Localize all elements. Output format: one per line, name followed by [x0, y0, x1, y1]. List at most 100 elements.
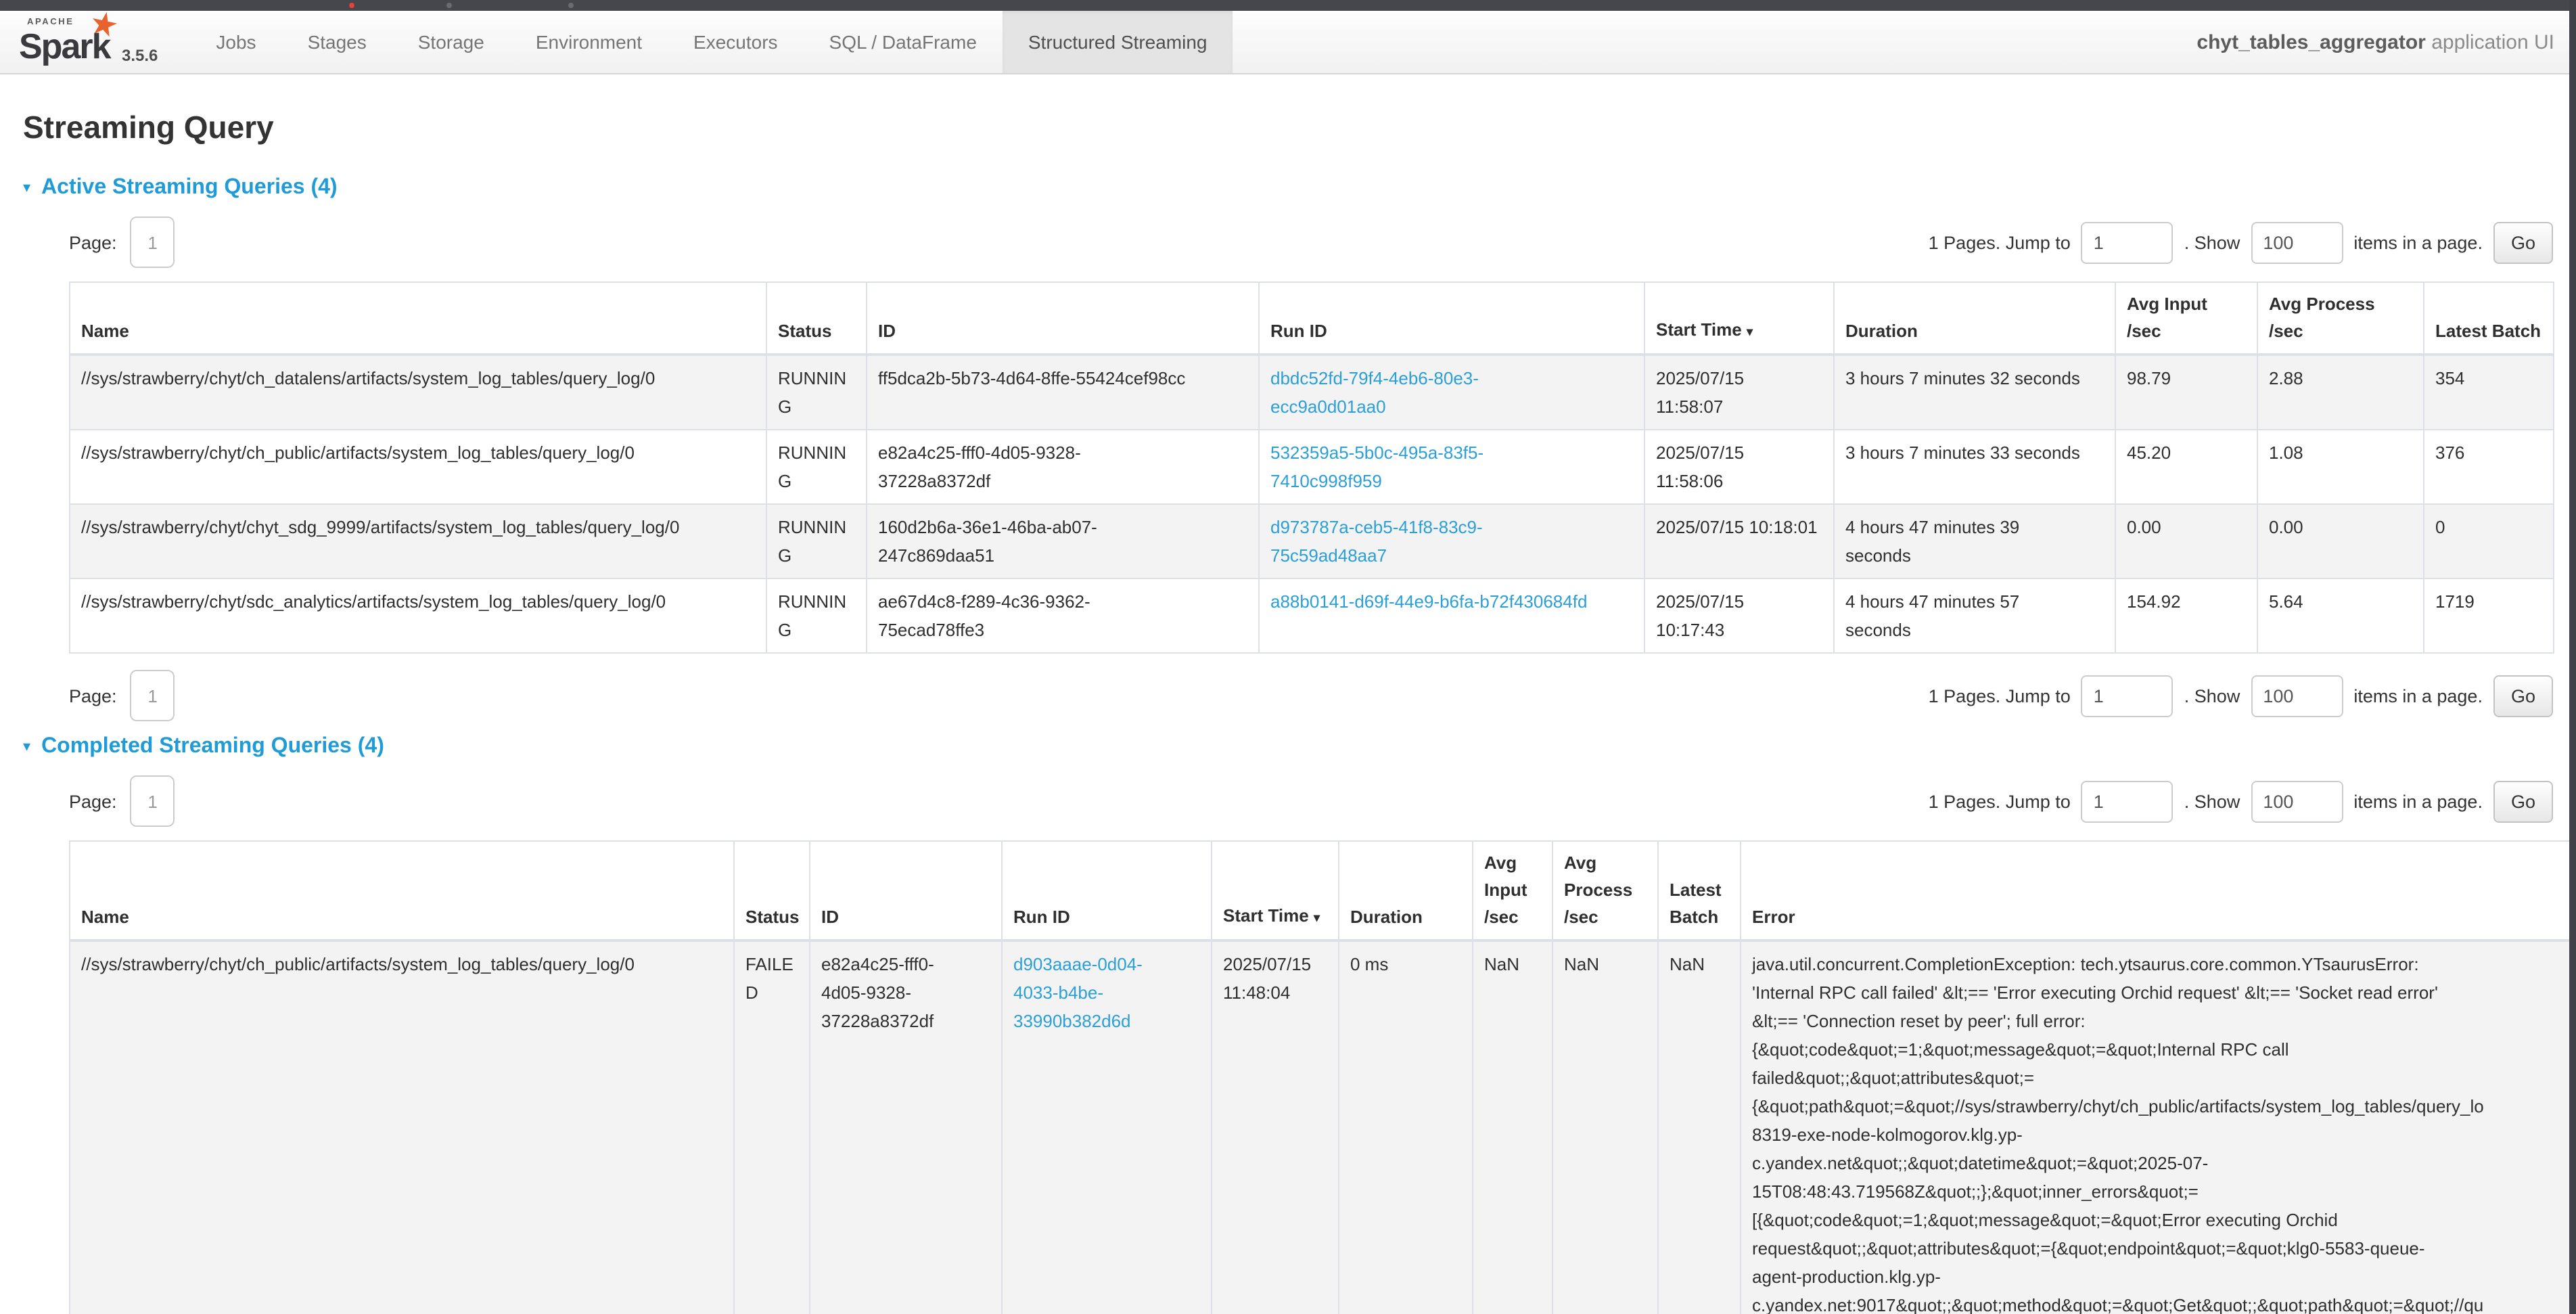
run-id-link[interactable]: 532359a5-5b0c-495a-83f5- 7410c998f959: [1270, 443, 1484, 491]
status-cell: RUNNING: [766, 355, 867, 430]
spark-navbar: APACHE Spark ★ 3.5.6 Jobs Stages Storage…: [0, 11, 2576, 74]
run-id-cell: a88b0141-d69f-44e9-b6fa-b72f430684fd: [1259, 579, 1644, 653]
tab-storage[interactable]: Storage: [392, 11, 510, 73]
query-row: //sys/strawberry/chyt/ch_public/artifact…: [70, 941, 2576, 1314]
run-id-cell: dbdc52fd-79f4-4eb6-80e3- ecc9a0d01aa0: [1259, 355, 1644, 430]
duration-cell: 4 hours 47 minutes 57 seconds: [1834, 579, 2115, 653]
run-id-link[interactable]: a88b0141-d69f-44e9-b6fa-b72f430684fd: [1270, 591, 1587, 612]
query-id-cell: 160d2b6a-36e1-46ba-ab07- 247c869daa51: [867, 504, 1259, 579]
tab-executors[interactable]: Executors: [668, 11, 804, 73]
spark-ui-window: APACHE Spark ★ 3.5.6 Jobs Stages Storage…: [0, 0, 2576, 1314]
run-id-link[interactable]: dbdc52fd-79f4-4eb6-80e3- ecc9a0d01aa0: [1270, 368, 1479, 417]
run-id-link[interactable]: d903aaae-0d04- 4033-b4be- 33990b382d6d: [1013, 954, 1143, 1031]
completed-queries-heading[interactable]: Completed Streaming Queries (4): [41, 735, 384, 759]
go-button[interactable]: Go: [2493, 780, 2553, 822]
col-header-start-time[interactable]: Start Time ▾: [1212, 841, 1339, 941]
pages-info-text: 1 Pages. Jump to: [1929, 791, 2071, 811]
pages-info-text: 1 Pages. Jump to: [1929, 685, 2071, 706]
avg-input-cell: 98.79: [2115, 355, 2257, 430]
caret-down-icon: ▾: [23, 181, 30, 196]
page-number-input[interactable]: [131, 217, 175, 268]
col-header-error[interactable]: Error: [1741, 841, 2576, 941]
navbar-tabs: Jobs Stages Storage Environment Executor…: [190, 11, 1233, 73]
show-label: . Show: [2184, 791, 2240, 811]
active-queries-heading[interactable]: Active Streaming Queries (4): [41, 176, 338, 200]
completed-queries-section-toggle[interactable]: ▾ Completed Streaming Queries (4): [23, 735, 2576, 759]
query-id-cell: ff5dca2b-5b73-4d64-8ffe-55424cef98cc: [867, 355, 1259, 430]
avg-input-cell: 45.20: [2115, 430, 2257, 504]
pages-info-text: 1 Pages. Jump to: [1929, 232, 2071, 252]
tab-jobs[interactable]: Jobs: [190, 11, 281, 73]
col-header-latest-batch[interactable]: Latest Batch: [1658, 841, 1741, 941]
browser-topbar-strip: [0, 0, 2576, 11]
run-id-cell: 532359a5-5b0c-495a-83f5- 7410c998f959: [1259, 430, 1644, 504]
latest-batch-cell: 376: [2424, 430, 2554, 504]
tab-sql-dataframe[interactable]: SQL / DataFrame: [804, 11, 1003, 73]
application-name: chyt_tables_aggregator: [2196, 30, 2425, 53]
duration-cell: 0 ms: [1339, 941, 1473, 1314]
tab-structured-streaming[interactable]: Structured Streaming: [1003, 11, 1233, 73]
col-header-duration[interactable]: Duration: [1834, 282, 2115, 355]
sort-desc-icon: ▾: [1314, 911, 1320, 924]
run-id-link[interactable]: d973787a-ceb5-41f8-83c9- 75c59ad48aa7: [1270, 517, 1483, 566]
col-header-duration[interactable]: Duration: [1339, 841, 1473, 941]
col-header-id[interactable]: ID: [867, 282, 1259, 355]
go-button[interactable]: Go: [2493, 675, 2553, 717]
items-per-page-input[interactable]: [2251, 675, 2343, 717]
col-header-status[interactable]: Status: [734, 841, 810, 941]
items-label: items in a page.: [2353, 232, 2483, 252]
error-line: agent-production.klg.yp-: [1752, 1263, 2576, 1291]
show-label: . Show: [2184, 685, 2240, 706]
tab-stages[interactable]: Stages: [282, 11, 392, 73]
items-per-page-input[interactable]: [2251, 221, 2343, 263]
spark-logo: APACHE Spark ★: [19, 14, 111, 68]
jump-to-page-input[interactable]: [2082, 221, 2174, 263]
col-header-avg-process[interactable]: Avg Process /sec: [1552, 841, 1658, 941]
items-label: items in a page.: [2353, 791, 2483, 811]
col-header-avg-input[interactable]: Avg Input /sec: [2115, 282, 2257, 355]
completed-queries-section: Page: 1 Pages. Jump to . Show items in a…: [69, 775, 2553, 1314]
sort-desc-icon: ▾: [1747, 325, 1753, 338]
table-header-row: Name Status ID Run ID Start Time ▾ Durat…: [70, 282, 2554, 355]
col-header-latest-batch[interactable]: Latest Batch: [2424, 282, 2554, 355]
page-label: Page:: [69, 685, 117, 706]
query-row: //sys/strawberry/chyt/chyt_sdg_9999/arti…: [70, 504, 2554, 579]
status-cell: RUNNING: [766, 579, 867, 653]
start-time-cell: 2025/07/15 10:18:01: [1644, 504, 1834, 579]
completed-queries-table: Name Status ID Run ID Start Time ▾ Durat…: [69, 840, 2576, 1314]
error-line: 'Internal RPC call failed' &lt;== 'Error…: [1752, 978, 2576, 1007]
duration-cell: 3 hours 7 minutes 33 seconds: [1834, 430, 2115, 504]
col-header-start-time[interactable]: Start Time ▾: [1644, 282, 1834, 355]
tab-environment[interactable]: Environment: [510, 11, 668, 73]
page-number-input[interactable]: [131, 775, 175, 827]
page-number-input[interactable]: [131, 670, 175, 721]
page-label: Page:: [69, 232, 117, 252]
active-queries-section-toggle[interactable]: ▾ Active Streaming Queries (4): [23, 176, 2576, 200]
col-header-run-id[interactable]: Run ID: [1002, 841, 1212, 941]
items-label: items in a page.: [2353, 685, 2483, 706]
col-header-name[interactable]: Name: [70, 841, 734, 941]
col-header-id[interactable]: ID: [810, 841, 1002, 941]
query-name-cell: //sys/strawberry/chyt/ch_public/artifact…: [70, 430, 766, 504]
col-header-run-id[interactable]: Run ID: [1259, 282, 1644, 355]
jump-to-page-input[interactable]: [2082, 780, 2174, 822]
col-header-name[interactable]: Name: [70, 282, 766, 355]
jump-to-page-input[interactable]: [2082, 675, 2174, 717]
go-button[interactable]: Go: [2493, 221, 2553, 263]
query-name-cell: //sys/strawberry/chyt/ch_public/artifact…: [70, 941, 734, 1314]
avg-input-cell: 154.92: [2115, 579, 2257, 653]
items-per-page-input[interactable]: [2251, 780, 2343, 822]
caret-down-icon: ▾: [23, 740, 30, 754]
latest-batch-cell: 354: [2424, 355, 2554, 430]
col-header-avg-process[interactable]: Avg Process /sec: [2257, 282, 2424, 355]
col-header-avg-input[interactable]: Avg Input /sec: [1473, 841, 1552, 941]
page-content: Streaming Query ▾ Active Streaming Queri…: [0, 73, 2576, 1314]
avg-process-cell: 0.00: [2257, 504, 2424, 579]
browser-dot-icon: [568, 3, 574, 8]
col-header-status[interactable]: Status: [766, 282, 867, 355]
application-title-suffix: application UI: [2426, 30, 2554, 53]
scrollbar[interactable]: [2569, 0, 2576, 1314]
spark-logo-block[interactable]: APACHE Spark ★ 3.5.6: [0, 11, 171, 73]
start-time-cell: 2025/07/15 11:58:06: [1644, 430, 1834, 504]
avg-input-cell: 0.00: [2115, 504, 2257, 579]
